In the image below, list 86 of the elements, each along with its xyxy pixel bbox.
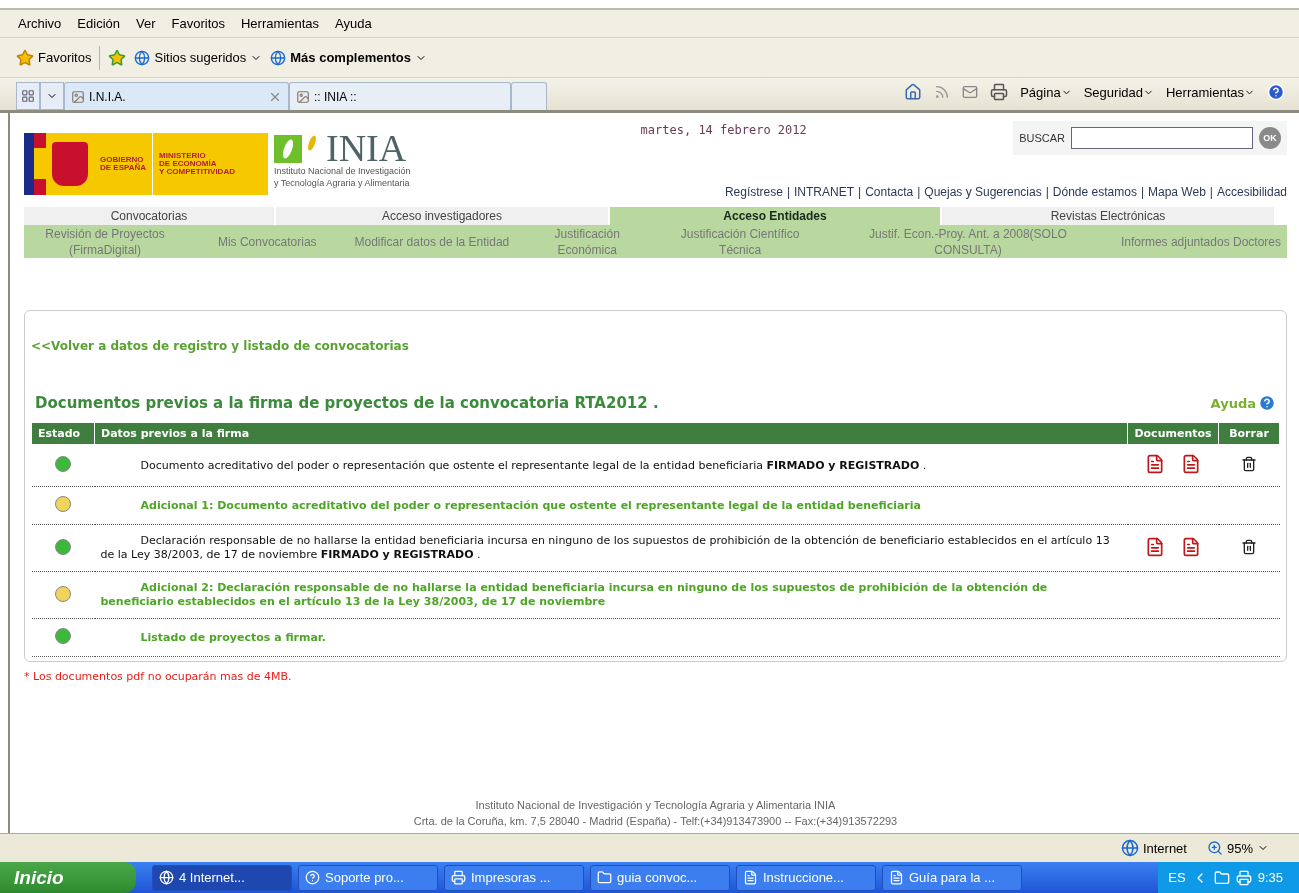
header-link[interactable]: Regístrese — [724, 185, 783, 199]
menu-item[interactable]: Ver — [130, 16, 162, 31]
taskbar-button[interactable]: Soporte pro... — [298, 864, 438, 891]
app-icon — [305, 870, 320, 885]
document-icon — [889, 870, 904, 885]
security-zone: Internet — [1120, 839, 1187, 857]
taskbar-button[interactable]: Instruccione... — [736, 864, 876, 891]
quick-tabs-button[interactable] — [16, 82, 40, 110]
grid-icon — [21, 89, 35, 103]
add-favorite-icon[interactable] — [108, 48, 127, 67]
menu-item[interactable]: Ayuda — [329, 16, 378, 31]
page-heading: Documentos previos a la firma de proyectos de la convocatoria RTA2012 . — [35, 394, 659, 412]
header-link[interactable]: Quejas y Sugerencias — [924, 185, 1042, 199]
link-separator: | — [916, 185, 922, 199]
link-separator: | — [857, 185, 863, 199]
footer-text: Instituto Nacional de Investigación y Tecnología Agraria y Alimentaria INIA — [474, 798, 837, 813]
column-header: Estado — [31, 422, 95, 445]
feed-icon[interactable] — [934, 84, 951, 100]
favorites-bar-item[interactable]: Sitios sugeridos — [134, 49, 263, 66]
mail-icon[interactable] — [962, 84, 979, 100]
printer-icon[interactable] — [990, 83, 1009, 101]
menu-item[interactable]: Favoritos — [165, 16, 231, 31]
command-menu[interactable]: Herramientas — [1165, 84, 1255, 100]
link-separator: | — [1208, 185, 1214, 199]
tray-icon[interactable] — [1213, 869, 1230, 886]
home-icon[interactable] — [904, 83, 923, 101]
header-link[interactable]: Contacta — [865, 185, 914, 199]
browser-tab[interactable]: :: INIA :: — [289, 82, 511, 110]
globe-icon — [159, 870, 174, 885]
tray-icon[interactable] — [1235, 869, 1252, 886]
favorites-button[interactable]: Favoritos — [16, 48, 92, 67]
page-icon — [71, 89, 85, 104]
globe-icon — [270, 49, 287, 66]
header-link[interactable]: Dónde estamos — [1052, 185, 1137, 199]
page-icon — [296, 89, 310, 104]
trash-icon[interactable] — [1241, 538, 1257, 555]
header-link[interactable]: Mapa Web — [1148, 185, 1206, 199]
header-link[interactable]: INTRANET — [794, 185, 855, 199]
taskbar-button[interactable]: Guía para la ... — [882, 864, 1022, 891]
document-icon — [743, 870, 758, 885]
column-header: Borrar — [1218, 422, 1280, 445]
trash-icon[interactable] — [1241, 456, 1257, 472]
star-icon — [16, 48, 34, 67]
command-menu[interactable]: Página — [1020, 84, 1072, 100]
link-separator: | — [1139, 185, 1145, 199]
help-icon — [1258, 394, 1276, 412]
date-text: martes, 14 febrero 2012 — [640, 123, 807, 139]
favorites-bar-item[interactable]: Más complementos — [270, 49, 427, 66]
document-description: Documento acreditativo del poder o representación que ostente el representante legal de la entidad beneficiaria FIRMADO y REGISTRADO . — [139, 458, 928, 473]
link-separator: | — [1044, 185, 1050, 199]
help-icon[interactable] — [1267, 83, 1285, 101]
column-header: Documentos — [1127, 422, 1219, 445]
zoom-control[interactable]: 95% — [1206, 840, 1269, 856]
folder-icon — [597, 870, 612, 885]
nav-tab[interactable]: Convocatorias — [24, 207, 274, 225]
header-link[interactable]: Accesibilidad — [1216, 185, 1287, 199]
nav-tab[interactable]: Acceso investigadores — [276, 207, 608, 225]
pdf-icon[interactable] — [1181, 536, 1201, 557]
zoom-icon — [1206, 840, 1223, 856]
globe-icon — [1120, 839, 1139, 857]
pdf-icon[interactable] — [1145, 536, 1165, 557]
note-text: * Los documentos pdf no ocuparán mas de 4MB. — [24, 670, 293, 683]
footer-text: Crta. de la Coruña, km. 7,5 28040 - Madrid (España) - Telf:(+34)913473900 -- Fax:(+34)913572293 — [412, 814, 899, 829]
browser-tab[interactable]: I.N.I.A. — [64, 82, 289, 110]
search-label: BUSCAR — [1019, 132, 1065, 144]
clock: 9:35 — [1257, 870, 1283, 885]
nav-tab[interactable]: Revistas Electrónicas — [942, 207, 1274, 225]
taskbar-button[interactable]: guia convoc... — [590, 864, 730, 891]
menu-item[interactable]: Herramientas — [235, 16, 325, 31]
start-button[interactable]: Inicio — [0, 862, 136, 893]
globe-icon — [134, 49, 151, 66]
document-description: Declaración responsable de no hallarse la entidad beneficiaria incursa en ninguno de los supuestos de prohibición de la obtención de beneficiario establecidos en el artículo 13 de la Ley 38/2003, de 17 de noviembre FIRMADO y REGISTRADO . — [100, 534, 1111, 562]
printer-icon — [451, 870, 466, 885]
menu-item[interactable]: Archivo — [12, 16, 68, 31]
command-menu[interactable]: Seguridad — [1083, 84, 1154, 100]
pdf-icon[interactable] — [1145, 454, 1165, 474]
taskbar-button[interactable]: Impresoras ... — [444, 864, 584, 891]
link-separator: | — [785, 185, 792, 199]
inia-logo: INIA Instituto Nacional de Investigación y Tecnología Agraria y Alimentaria — [274, 131, 411, 190]
search-field[interactable] — [1071, 127, 1253, 149]
pdf-icon[interactable] — [1181, 454, 1201, 474]
nav-tab[interactable]: Acceso Entidades — [610, 207, 940, 225]
government-logo: GOBIERNO DE ESPAÑA MINISTERIO DE ECONOMÍA Y COMPETITIVIDAD — [24, 133, 268, 195]
column-header: Datos previos a la firma — [94, 422, 1128, 445]
taskbar-button[interactable]: 4 Internet... — [152, 864, 292, 891]
menu-item[interactable]: Edición — [71, 16, 126, 31]
